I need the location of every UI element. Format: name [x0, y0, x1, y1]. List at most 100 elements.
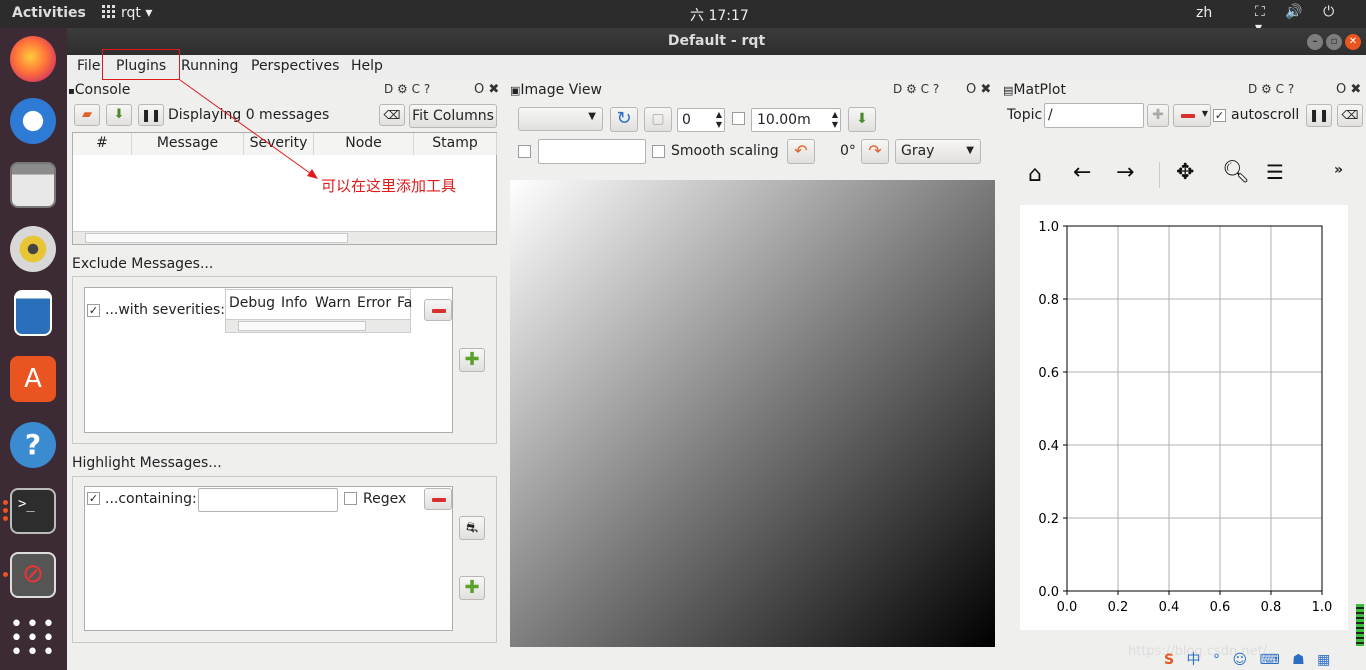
severity-scroll-thumb[interactable] — [238, 321, 366, 331]
y-tick-label: 0.6 — [1038, 366, 1059, 381]
clock[interactable]: 六 17:17 — [690, 5, 749, 25]
fit-columns-button[interactable]: Fit Columns — [409, 104, 497, 128]
plot-canvas[interactable]: 0.0 0.2 0.4 0.6 0.8 1.0 0.0 0.2 0.4 0.6 0.8 1.0 — [1020, 205, 1348, 630]
remove-exclude-button[interactable] — [424, 299, 452, 321]
severities-checkbox[interactable]: ✓ — [87, 304, 100, 317]
severity-error[interactable]: Error — [357, 295, 391, 311]
regex-checkbox[interactable] — [344, 492, 357, 505]
matplot-title-text: MatPlot — [1013, 82, 1066, 98]
col-header-node[interactable]: Node — [314, 133, 414, 155]
containing-checkbox[interactable]: ✓ — [87, 492, 100, 505]
console-title: ▪Console — [68, 82, 130, 100]
remove-topic-button[interactable]: ▼ — [1173, 104, 1211, 127]
rotate-left-button[interactable]: ↶ — [787, 139, 815, 164]
save-button[interactable]: ⬇ — [106, 104, 132, 126]
image-view-close-buttons[interactable]: O ✖ — [966, 82, 991, 97]
rotate-right-button[interactable]: ↷ — [861, 139, 889, 164]
maximize-button[interactable]: ▫ — [1326, 34, 1342, 50]
smooth-scaling-label: Smooth scaling — [671, 143, 779, 159]
dynamic-range-checkbox[interactable] — [732, 112, 745, 125]
menu-perspectives[interactable]: Perspectives — [251, 58, 339, 74]
plot-pause-button[interactable]: ❚❚ — [1306, 104, 1332, 127]
pan-move-icon[interactable]: ✥ — [1176, 160, 1194, 185]
zoom-button[interactable]: ▢ — [644, 107, 672, 132]
terminal-running-dot-3 — [3, 516, 8, 521]
configure-subplots-icon[interactable]: ☰ — [1266, 160, 1284, 184]
back-arrow-icon[interactable]: ← — [1073, 160, 1091, 185]
rotation-label: 0° — [840, 143, 856, 159]
refresh-topics-button[interactable]: ↻ — [610, 107, 638, 132]
mouse-publish-checkbox[interactable] — [518, 145, 531, 158]
severity-hscrollbar[interactable] — [226, 319, 410, 332]
clear-button[interactable]: ⌫ — [379, 104, 405, 126]
open-file-button[interactable]: ▰ — [74, 104, 100, 126]
severity-fatal[interactable]: Fa — [397, 295, 412, 311]
topic-input[interactable]: / — [1044, 103, 1144, 128]
col-header-message[interactable]: Message — [132, 133, 244, 155]
col-header-index[interactable]: # — [73, 133, 132, 155]
severity-list[interactable]: Debug Info Warn Error Fa — [225, 289, 412, 333]
rhythmbox-icon[interactable] — [10, 226, 56, 272]
rqt-app-icon[interactable]: ⊘ — [10, 552, 56, 598]
firefox-icon[interactable] — [10, 36, 56, 82]
highlight-options-button[interactable]: ⛐ — [459, 516, 485, 540]
col-header-stamp[interactable]: Stamp — [414, 133, 497, 155]
remove-highlight-button[interactable] — [424, 488, 452, 510]
console-close-buttons[interactable]: O ✖ — [474, 82, 499, 97]
duration-spinbox[interactable]: 10.00m ▲ ▼ — [751, 108, 841, 132]
containing-input[interactable] — [198, 488, 338, 512]
help-icon[interactable]: ? — [10, 422, 56, 468]
save-image-button[interactable]: ⬇ — [848, 107, 876, 132]
severity-warn[interactable]: Warn — [315, 295, 351, 311]
show-apps-icon[interactable]: ••• ••• ••• — [10, 614, 56, 664]
home-icon[interactable]: ⌂ — [1028, 162, 1042, 187]
duration-spin-arrows[interactable]: ▲ ▼ — [832, 110, 838, 130]
writer-icon[interactable] — [14, 290, 52, 336]
console-title-text: Console — [74, 82, 131, 98]
plugins-highlight-box — [102, 49, 180, 80]
smooth-scaling-checkbox[interactable] — [652, 145, 665, 158]
table-hscrollbar[interactable] — [73, 231, 496, 244]
add-exclude-button[interactable]: ✚ — [459, 348, 485, 372]
more-tools-button[interactable]: » — [1334, 162, 1343, 178]
colormap-combobox[interactable]: Gray ▼ — [895, 139, 981, 164]
autoscroll-checkbox[interactable]: ✓ — [1213, 109, 1226, 122]
matplot-close-buttons[interactable]: O ✖ — [1336, 82, 1361, 97]
window-titlebar[interactable]: Default - rqt – ▫ ✕ — [67, 28, 1366, 55]
activities-button[interactable]: Activities — [12, 5, 86, 21]
terminal-icon[interactable]: >_ — [10, 488, 56, 534]
spin-arrows[interactable]: ▲ ▼ — [716, 110, 722, 130]
scrollbar-thumb[interactable] — [85, 233, 348, 243]
number-spinbox[interactable]: 0 ▲ ▼ — [677, 108, 725, 132]
plot-clear-button[interactable]: ⌫ — [1337, 104, 1363, 127]
menu-running[interactable]: Running — [181, 58, 238, 74]
console-dock-buttons[interactable]: D ⚙ C ? — [384, 82, 430, 96]
severity-info[interactable]: Info — [281, 295, 308, 311]
add-highlight-button[interactable]: ✚ — [459, 576, 485, 600]
zoom-magnifier-icon[interactable]: 🔍︎ — [1222, 160, 1250, 185]
menu-file[interactable]: File — [77, 58, 100, 74]
add-topic-button[interactable]: ✚ — [1147, 104, 1169, 127]
files-icon[interactable] — [10, 162, 56, 208]
image-display[interactable] — [510, 180, 995, 647]
console-panel-icon: ▪ — [68, 86, 75, 97]
regex-label: Regex — [363, 491, 407, 507]
col-header-severity[interactable]: Severity — [244, 133, 314, 155]
menu-help[interactable]: Help — [351, 58, 383, 74]
thunderbird-icon[interactable] — [10, 98, 56, 144]
image-view-dock-buttons[interactable]: D ⚙ C ? — [893, 82, 939, 96]
matplot-dock-buttons[interactable]: D ⚙ C ? — [1248, 82, 1294, 96]
highlight-messages-title: Highlight Messages... — [72, 455, 222, 471]
mouse-topic-input[interactable] — [538, 139, 646, 164]
input-language[interactable]: zh — [1196, 5, 1212, 21]
minimize-button[interactable]: – — [1307, 34, 1323, 50]
close-window-button[interactable]: ✕ — [1345, 34, 1361, 50]
colormap-value: Gray — [901, 143, 935, 159]
y-tick-label: 0.0 — [1038, 585, 1059, 600]
forward-arrow-icon[interactable]: → — [1116, 160, 1134, 185]
severity-debug[interactable]: Debug — [229, 295, 275, 311]
app-menu[interactable]: rqt ▾ — [102, 5, 152, 21]
pause-button[interactable]: ❚❚ — [138, 104, 164, 126]
software-center-icon[interactable]: A — [10, 356, 56, 402]
topic-combobox[interactable]: ▼ — [518, 107, 603, 131]
